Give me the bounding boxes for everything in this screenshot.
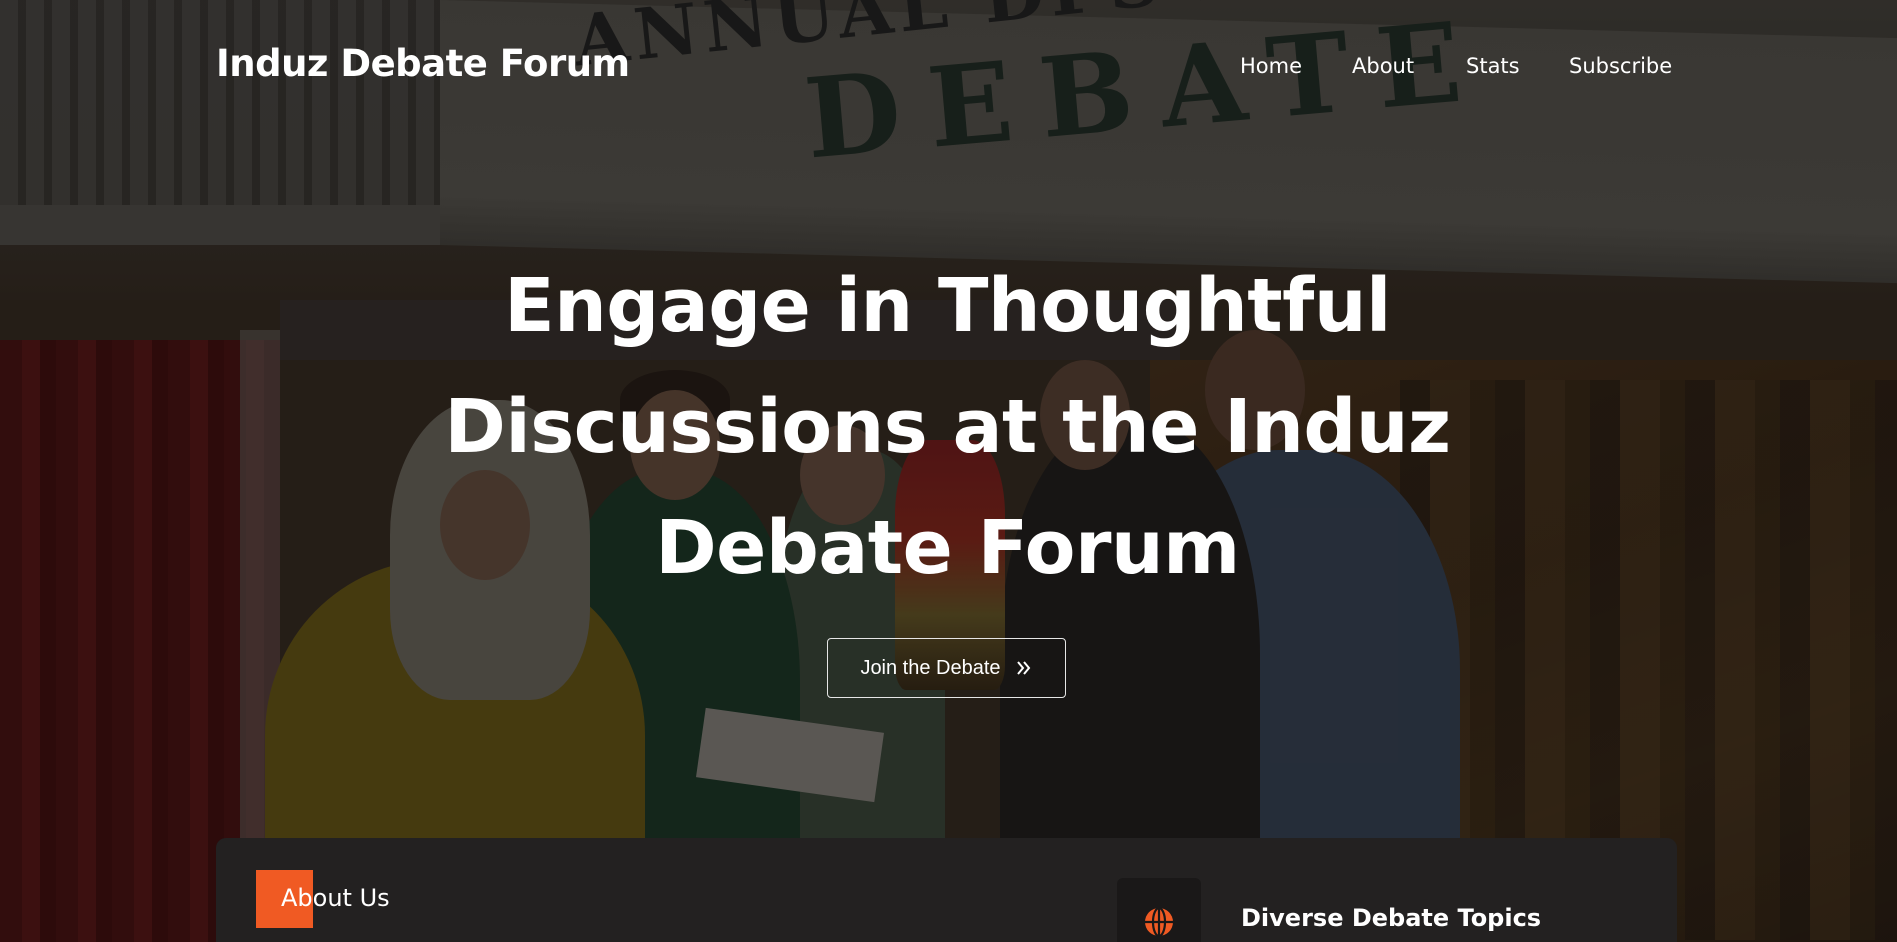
feature-title: Diverse Debate Topics bbox=[1241, 904, 1542, 932]
double-chevron-right-icon bbox=[1015, 659, 1033, 677]
join-debate-button[interactable]: Join the Debate bbox=[827, 638, 1066, 698]
nav-stats[interactable]: Stats bbox=[1466, 54, 1520, 82]
nav-subscribe[interactable]: Subscribe bbox=[1569, 54, 1672, 82]
site-brand[interactable]: Induz Debate Forum bbox=[216, 42, 630, 88]
nav-about[interactable]: About bbox=[1352, 54, 1414, 82]
about-section-label: About Us bbox=[281, 884, 390, 912]
feature-icon-box bbox=[1117, 878, 1201, 942]
join-debate-label: Join the Debate bbox=[860, 656, 1001, 679]
hero-headline: Engage in Thoughtful Discussions at the … bbox=[444, 263, 1451, 591]
globe-icon bbox=[1143, 906, 1175, 942]
nav-home[interactable]: Home bbox=[1240, 54, 1302, 82]
